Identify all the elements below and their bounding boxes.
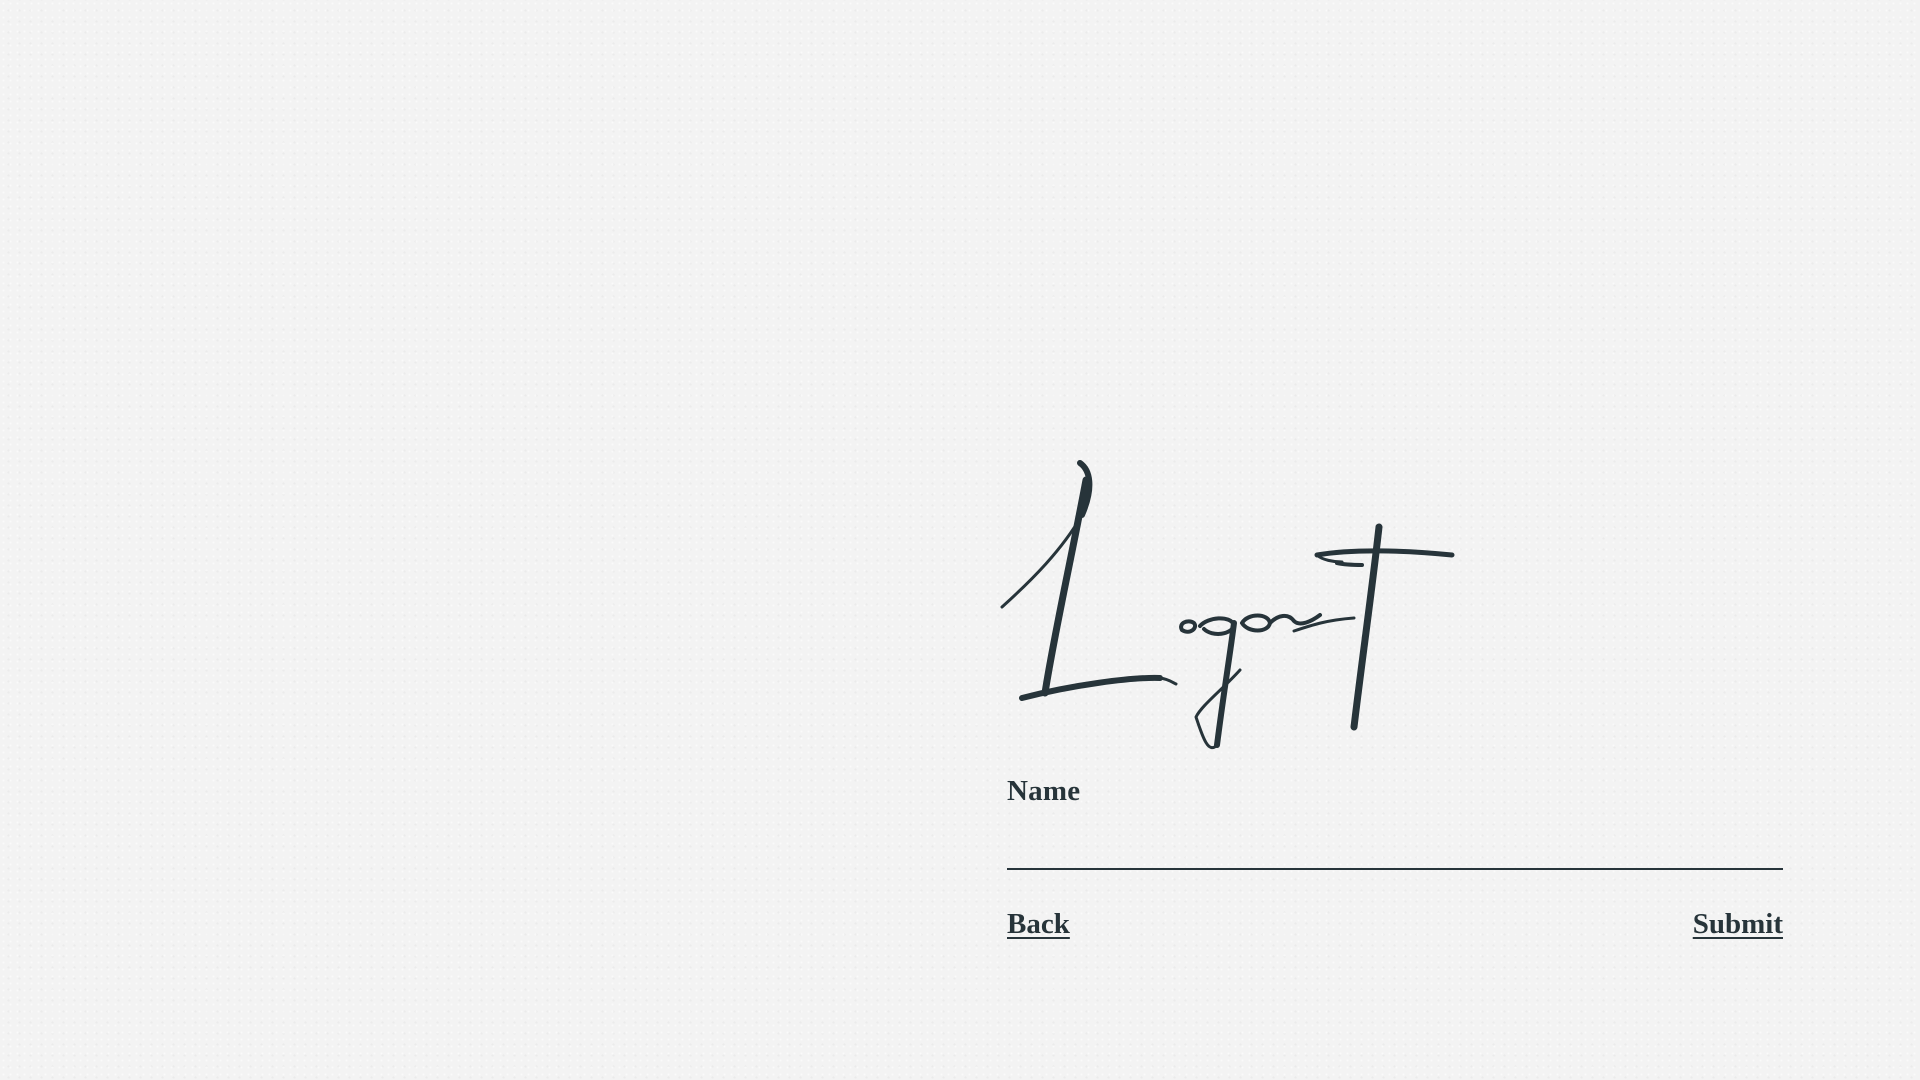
submit-button[interactable]: Submit [1693, 910, 1783, 939]
logout-form: Name Back Submit [1007, 777, 1783, 939]
form-actions: Back Submit [1007, 910, 1783, 939]
name-label: Name [1007, 775, 1081, 807]
logout-script-title [1000, 460, 1455, 749]
back-button[interactable]: Back [1007, 910, 1070, 939]
name-input[interactable] [1007, 818, 1783, 870]
